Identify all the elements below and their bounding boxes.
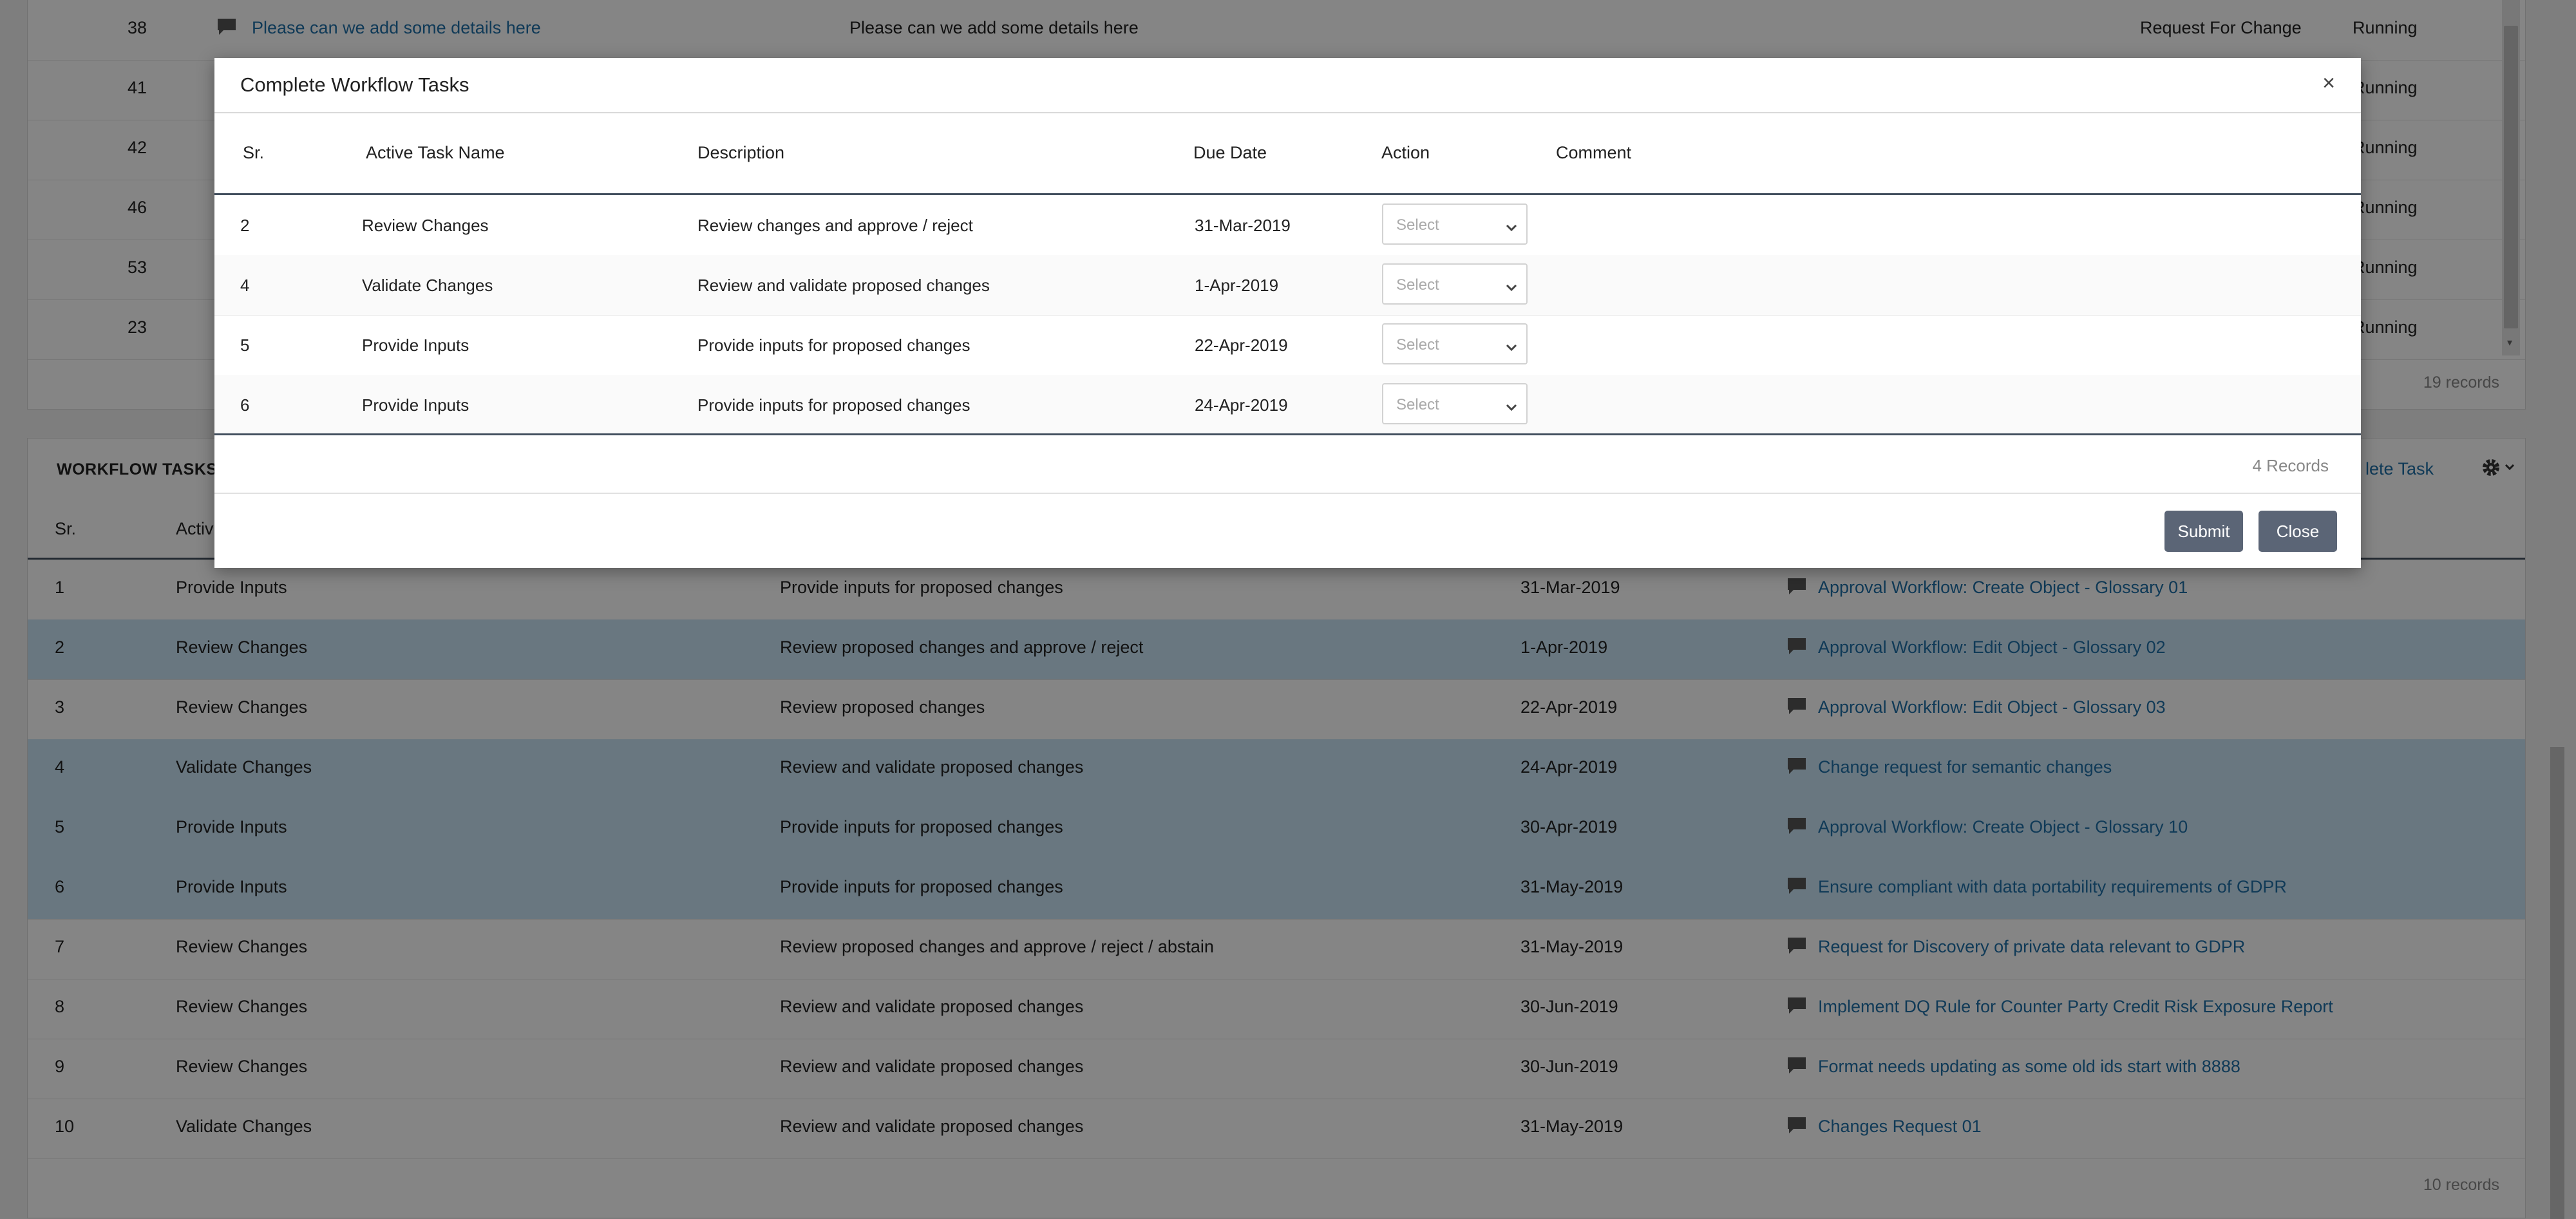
- dialog-table-header: Sr. Active Task Name Description Due Dat…: [214, 113, 2361, 195]
- records-count: 4 Records: [2252, 456, 2329, 475]
- chevron-down-icon: [1504, 337, 1519, 352]
- complete-workflow-tasks-dialog: Complete Workflow Tasks × Sr. Active Tas…: [214, 58, 2361, 568]
- column-header-description: Description: [697, 143, 785, 162]
- action-select[interactable]: Select: [1382, 323, 1528, 364]
- task-due-date: 24-Apr-2019: [1195, 395, 1288, 415]
- task-sr: 6: [240, 395, 250, 415]
- task-name: Provide Inputs: [362, 395, 469, 415]
- column-header-due-date: Due Date: [1193, 143, 1267, 162]
- table-bottom-rule: [214, 433, 2361, 435]
- task-due-date: 31-Mar-2019: [1195, 216, 1291, 235]
- chevron-down-icon: [1504, 278, 1519, 292]
- action-select-value: Select: [1396, 336, 1439, 354]
- task-description: Review changes and approve / reject: [697, 216, 973, 235]
- action-select-value: Select: [1396, 396, 1439, 413]
- task-due-date: 22-Apr-2019: [1195, 335, 1288, 355]
- dialog-title: Complete Workflow Tasks: [240, 73, 469, 96]
- task-description: Provide inputs for proposed changes: [697, 395, 971, 415]
- action-select-value: Select: [1396, 216, 1439, 234]
- action-select[interactable]: Select: [1382, 203, 1528, 245]
- close-icon[interactable]: ×: [2322, 71, 2335, 96]
- chevron-down-icon: [1504, 397, 1519, 411]
- task-due-date: 1-Apr-2019: [1195, 276, 1279, 295]
- task-sr: 5: [240, 335, 250, 355]
- submit-button[interactable]: Submit: [2164, 511, 2243, 552]
- column-header-task-name: Active Task Name: [366, 143, 505, 162]
- task-name: Review Changes: [362, 216, 489, 235]
- task-sr: 2: [240, 216, 250, 235]
- table-row: 4 Validate Changes Review and validate p…: [214, 255, 2361, 316]
- table-row: 2 Review Changes Review changes and appr…: [214, 195, 2361, 256]
- action-select[interactable]: Select: [1382, 383, 1528, 424]
- task-name: Validate Changes: [362, 276, 493, 295]
- task-description: Review and validate proposed changes: [697, 276, 990, 295]
- action-select[interactable]: Select: [1382, 263, 1528, 305]
- table-row: 6 Provide Inputs Provide inputs for prop…: [214, 375, 2361, 435]
- action-select-value: Select: [1396, 276, 1439, 294]
- close-button[interactable]: Close: [2259, 511, 2337, 552]
- task-name: Provide Inputs: [362, 335, 469, 355]
- dialog-header: Complete Workflow Tasks ×: [214, 58, 2361, 113]
- column-header-action: Action: [1381, 143, 1430, 162]
- dialog-footer-divider: [214, 493, 2361, 494]
- table-row: 5 Provide Inputs Provide inputs for prop…: [214, 315, 2361, 375]
- task-sr: 4: [240, 276, 250, 295]
- chevron-down-icon: [1504, 218, 1519, 232]
- task-description: Provide inputs for proposed changes: [697, 335, 971, 355]
- column-header-sr: Sr.: [243, 143, 265, 162]
- column-header-comment: Comment: [1556, 143, 1632, 162]
